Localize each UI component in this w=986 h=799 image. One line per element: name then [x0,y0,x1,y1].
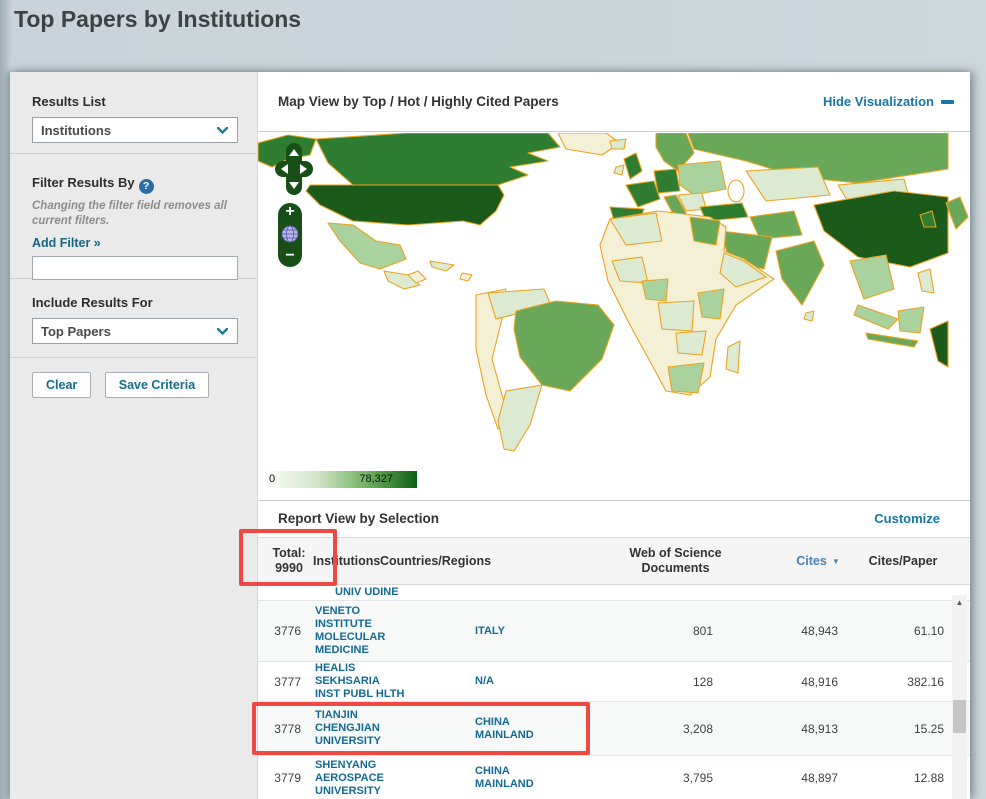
cites-cell: 48,943 [715,624,840,638]
docs-cell: 3,208 [603,722,715,736]
legend-min-label: 0 [269,473,275,485]
filter-sidebar: Results List Institutions Filter Results… [10,72,258,799]
table-row: 3778 TIANJIN CHENGJIAN UNIVERSITY CHINA … [258,702,970,756]
map-header: Map View by Top / Hot / Highly Cited Pap… [258,72,970,132]
page: { "page": { "title": "Top Papers by Inst… [0,0,986,799]
include-results-dropdown[interactable]: Top Papers [32,318,238,344]
cites-per-paper-cell: 382.16 [840,675,946,689]
add-filter-link[interactable]: Add Filter » [32,236,101,250]
map-color-legend: 0 78,327 [266,471,417,488]
docs-cell: 128 [603,675,715,689]
content-card: Results List Institutions Filter Results… [10,72,970,799]
table-row-clipped: UNIV UDINE [258,585,970,601]
filter-section: Filter Results By? Changing the filter f… [10,154,257,279]
map-pan-control[interactable] [275,143,313,195]
country-link[interactable]: CHINA MAINLAND [468,716,603,742]
include-results-heading: Include Results For [32,295,257,310]
results-list-selected: Institutions [41,123,111,138]
table-row: 3777 HEALIS SEKHSARIA INST PUBL HLTH N/A… [258,662,970,702]
table-row: 3776 VENETO INSTITUTE MOLECULAR MEDICINE… [258,601,970,662]
cites-cell: 48,913 [715,722,840,736]
docs-cell: 801 [603,624,715,638]
institution-link[interactable]: SHENYANG AEROSPACE UNIVERSITY [315,759,468,798]
scrollbar-thumb[interactable] [953,700,966,733]
zoom-out-icon[interactable]: − [285,249,294,263]
map-view-title: Map View by Top / Hot / Highly Cited Pap… [278,94,559,109]
include-results-section: Include Results For Top Papers [10,279,257,358]
column-header-countries[interactable]: Countries/Regions [373,538,498,584]
hide-visualization-link[interactable]: Hide Visualization [823,94,954,109]
map-area: + − 0 78,327 [258,133,970,500]
report-view-title: Report View by Selection [278,511,439,526]
results-list-heading: Results List [32,94,257,109]
rank-cell: 3776 [258,624,315,638]
table-header-row: Total: 9990 Institutions Countries/Regio… [258,537,970,585]
filter-note: Changing the filter field removes all cu… [32,199,227,229]
country-link[interactable]: CHINA MAINLAND [468,765,603,791]
docs-cell: 3,795 [603,771,715,785]
rank-cell: 3777 [258,675,315,689]
legend-max-label: 78,327 [359,473,393,485]
table-row: 3779 SHENYANG AEROSPACE UNIVERSITY CHINA… [258,756,970,799]
page-title: Top Papers by Institutions [14,6,301,33]
institution-link[interactable]: TIANJIN CHENGJIAN UNIVERSITY [315,709,468,748]
clipped-institution-link[interactable]: UNIV UDINE [335,586,399,599]
customize-link[interactable]: Customize [874,511,940,526]
main-panel: Map View by Top / Hot / Highly Cited Pap… [258,72,970,799]
filter-input[interactable] [32,256,238,280]
map-zoom-control[interactable]: + − [278,203,302,267]
column-header-cites-per-paper[interactable]: Cites/Paper [843,538,963,584]
zoom-in-icon[interactable]: + [285,205,294,219]
report-header: Report View by Selection Customize [258,500,970,537]
include-results-selected: Top Papers [41,324,111,339]
results-list-dropdown[interactable]: Institutions [32,117,238,143]
filter-heading: Filter Results By [32,175,135,190]
save-criteria-button[interactable]: Save Criteria [105,372,209,398]
cites-per-paper-cell: 61.10 [840,624,946,638]
cites-cell: 48,916 [715,675,840,689]
hide-visualization-label: Hide Visualization [823,94,934,109]
cites-cell: 48,897 [715,771,840,785]
column-header-documents[interactable]: Web of Science Documents [603,538,748,584]
total-value: 9990 [275,561,303,576]
world-map-choropleth[interactable] [258,133,970,500]
scroll-up-icon[interactable]: ▲ [952,598,967,607]
actions-section: Clear Save Criteria [10,358,257,420]
total-label: Total: [272,546,305,561]
cites-per-paper-cell: 15.25 [840,722,946,736]
country-link[interactable]: N/A [468,675,603,688]
institution-link[interactable]: HEALIS SEKHSARIA INST PUBL HLTH [315,662,468,701]
clear-button[interactable]: Clear [32,372,91,398]
total-count: Total: 9990 [258,538,320,584]
cites-label: Cites [796,554,827,569]
help-icon[interactable]: ? [139,179,154,194]
rank-cell: 3779 [258,771,315,785]
results-table: Total: 9990 Institutions Countries/Regio… [258,537,970,799]
rank-cell: 3778 [258,722,315,736]
minus-icon [941,100,954,104]
sort-down-icon: ▼ [832,554,840,569]
cites-per-paper-cell: 12.88 [840,771,946,785]
map-south-america [476,289,614,451]
chevron-down-icon [217,127,228,134]
globe-icon[interactable] [281,225,299,243]
chevron-down-icon [217,328,228,335]
results-list-section: Results List Institutions [10,72,257,154]
map-australia [930,321,948,367]
country-link[interactable]: ITALY [468,625,603,638]
institution-link[interactable]: VENETO INSTITUTE MOLECULAR MEDICINE [315,605,468,657]
table-scrollbar[interactable]: ▲ [952,595,967,799]
